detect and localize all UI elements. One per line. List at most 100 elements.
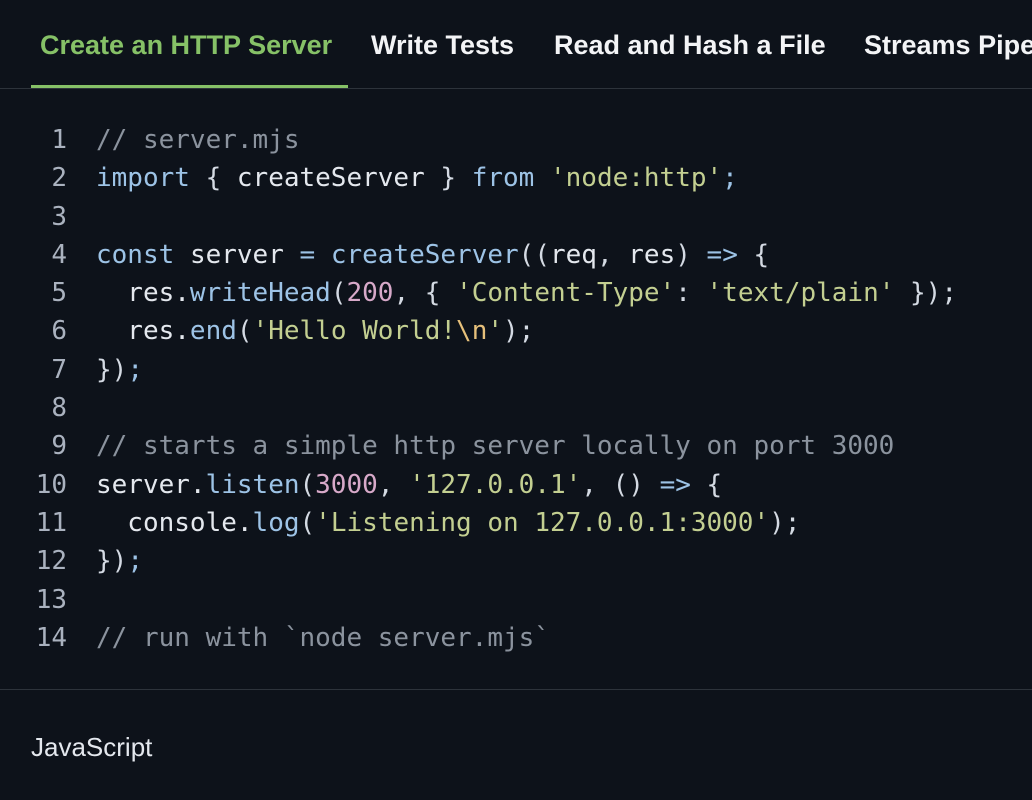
code-token: res [628, 239, 676, 270]
code-line: 4 const server = createServer((req, res) … [0, 236, 1032, 274]
code-token: } [424, 163, 472, 194]
code-token: req [549, 239, 597, 270]
code-line: 1 // server.mjs [0, 121, 1032, 159]
code-text: res.writeHead(200, { 'Content-Type': 'te… [96, 274, 957, 312]
code-line: 6 res.end('Hello World!\n'); [0, 312, 1032, 350]
code-line: 14 // run with `node server.mjs` [0, 619, 1032, 657]
code-token: // run with `node server.mjs` [96, 622, 550, 653]
code-token: ; [722, 163, 738, 194]
code-token: 'node:http' [549, 163, 723, 194]
code-token: ( [299, 469, 316, 500]
code-text: // starts a simple http server locally o… [96, 427, 894, 465]
code-token: import [96, 163, 190, 194]
code-token: => [659, 469, 691, 500]
line-number: 3 [51, 201, 67, 232]
code-line: 2 import { createServer } from 'node:http… [0, 159, 1032, 197]
code-token: ( [299, 507, 316, 538]
code-token: 'Content-Type' [456, 278, 676, 309]
line-number: 4 [51, 239, 67, 270]
code-token: 3000 [315, 469, 378, 500]
line-number: 6 [51, 316, 67, 347]
code-token: ' [487, 316, 504, 347]
code-token: createServer [236, 163, 425, 194]
code-token: server [189, 239, 284, 270]
code-token: ( [330, 278, 347, 309]
code-text: server.listen(3000, '127.0.0.1', () => { [96, 466, 722, 504]
code-token: { [189, 163, 237, 194]
code-token: res. [96, 316, 190, 347]
code-block: 1 // server.mjs 2 import { createServer } f… [0, 121, 1032, 657]
code-token: '127.0.0.1' [409, 469, 582, 500]
code-text: }); [96, 542, 143, 580]
line-number: 5 [51, 278, 67, 309]
line-number: 7 [51, 354, 67, 385]
code-line: 3 [0, 198, 1032, 236]
code-token: // server.mjs [96, 125, 300, 155]
line-number: 12 [35, 546, 67, 577]
language-label: JavaScript [31, 732, 153, 762]
code-token: }) [96, 546, 128, 577]
code-token: , [377, 469, 410, 500]
code-token: log [252, 507, 300, 538]
code-text: console.log('Listening on 127.0.0.1:3000… [96, 504, 800, 542]
line-number: 1 [51, 125, 67, 155]
tab-read-hash-file[interactable]: Read and Hash a File [554, 0, 826, 88]
code-token: createServer [330, 239, 519, 270]
code-token: , () [581, 469, 660, 500]
code-text: // run with `node server.mjs` [96, 619, 550, 657]
line-number: 13 [35, 584, 67, 615]
code-text: // server.mjs [96, 121, 300, 159]
tab-write-tests[interactable]: Write Tests [371, 0, 514, 88]
code-token: }); [894, 278, 957, 309]
line-number: 9 [51, 431, 67, 462]
line-number: 8 [51, 393, 67, 424]
code-token: : [675, 278, 707, 309]
line-number: 2 [51, 163, 67, 194]
code-token: ) [675, 239, 707, 270]
code-token: => [706, 239, 738, 270]
code-token: from [471, 163, 535, 194]
code-example-panel: Create an HTTP Server Write Tests Read a… [0, 0, 1032, 800]
code-token: 'Listening on 127.0.0.1:3000' [315, 507, 770, 538]
code-line: 8 [0, 389, 1032, 427]
code-token: { [690, 469, 723, 500]
line-number: 14 [35, 622, 67, 653]
code-token: ); [769, 507, 801, 538]
code-token: listen [205, 469, 300, 500]
tab-bar: Create an HTTP Server Write Tests Read a… [0, 0, 1032, 89]
code-token: writeHead [189, 278, 331, 309]
code-token: ); [503, 316, 535, 347]
tab-streams-pipeline[interactable]: Streams Pipeline [864, 0, 1032, 88]
line-number: 10 [35, 469, 67, 500]
code-token: }) [96, 354, 128, 385]
code-text: res.end('Hello World!\n'); [96, 312, 534, 350]
code-token: end [189, 316, 237, 347]
code-token: { [737, 239, 770, 270]
code-text: import { createServer } from 'node:http'… [96, 159, 738, 197]
code-token: console. [96, 507, 253, 538]
code-token: const [96, 239, 175, 270]
code-token: 'text/plain' [706, 278, 895, 309]
code-text: const server = createServer((req, res) =… [96, 236, 769, 274]
code-token: = [299, 239, 316, 270]
code-token: // starts a simple http server locally o… [96, 431, 895, 462]
tab-create-http-server[interactable]: Create an HTTP Server [31, 0, 348, 88]
code-token: server. [96, 469, 206, 500]
code-line: 11 console.log('Listening on 127.0.0.1:3… [0, 504, 1032, 542]
code-token: ; [127, 546, 143, 577]
code-token: 200 [346, 278, 394, 309]
code-token: , [596, 239, 629, 270]
code-token: res. [96, 278, 190, 309]
code-token: ( [236, 316, 253, 347]
code-token: \n [456, 316, 488, 347]
code-line: 9 // starts a simple http server locally … [0, 427, 1032, 465]
line-number: 11 [35, 507, 67, 538]
code-text: }); [96, 351, 143, 389]
code-token: 'Hello World! [252, 316, 457, 347]
code-line: 12}); [0, 542, 1032, 580]
code-line: 13 [0, 581, 1032, 619]
